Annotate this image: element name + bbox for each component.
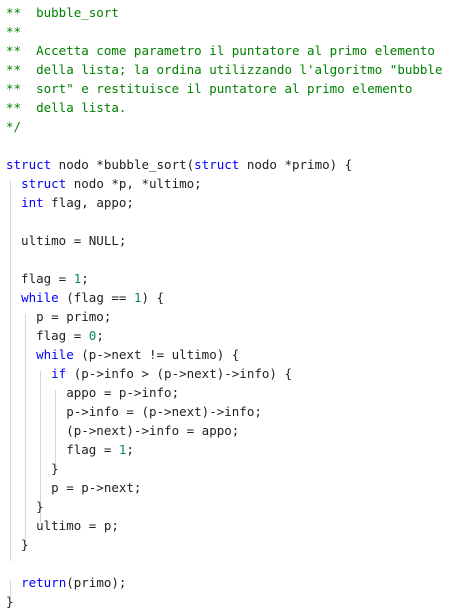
code-line: ** sort" e restituisce il puntatore al p… (6, 79, 412, 98)
code-token-comment: ** della lista; la ordina utilizzando l'… (6, 62, 443, 77)
code-token-plain: ) { (141, 290, 165, 305)
code-token-keyword: while (36, 347, 74, 362)
code-token-plain: ; (81, 271, 89, 286)
code-token-plain: ; (96, 328, 104, 343)
code-token-comment: ** (6, 24, 22, 39)
code-token-plain: } (6, 537, 29, 552)
code-token-number: 1 (133, 290, 142, 305)
code-line: ** (6, 22, 21, 41)
code-token-comment: ** Accetta come parametro il puntatore a… (6, 43, 435, 58)
code-token-keyword: while (21, 290, 59, 305)
code-line: } (6, 497, 44, 516)
code-line: flag = 1; (6, 440, 134, 459)
code-token-plain: p = p->next; (6, 480, 142, 495)
code-token-keyword: struct (194, 157, 240, 172)
code-token-plain: nodo *p, *ultimo; (66, 176, 202, 191)
code-token-plain: p->info = (p->next)->info; (6, 404, 262, 419)
code-line: } (6, 459, 59, 478)
code-token-keyword: struct (6, 157, 52, 172)
code-token-keyword: if (51, 366, 67, 381)
code-line: struct nodo *bubble_sort(struct nodo *pr… (6, 155, 352, 174)
code-token-plain: (primo); (66, 575, 127, 590)
code-token-plain: (p->info > (p->next)->info) { (66, 366, 292, 381)
code-token-keyword: int (21, 195, 44, 210)
code-line: while (p->next != ultimo) { (6, 345, 239, 364)
code-line: flag = 0; (6, 326, 104, 345)
code-line: } (6, 535, 29, 554)
code-line: ** della lista; la ordina utilizzando l'… (6, 60, 443, 79)
code-token-plain: nodo *bubble_sort( (51, 157, 195, 172)
code-line: while (flag == 1) { (6, 288, 164, 307)
code-editor[interactable]: ** bubble_sort ** ** Accetta come parametr… (0, 0, 462, 614)
code-line: p->info = (p->next)->info; (6, 402, 262, 421)
code-token-plain: ; (126, 442, 134, 457)
code-line: appo = p->info; (6, 383, 179, 402)
code-line: return(primo); (6, 573, 126, 592)
code-token-plain: (flag == (58, 290, 134, 305)
code-line: ** bubble_sort (6, 3, 119, 22)
code-token-keyword: return (21, 575, 67, 590)
code-line: ** Accetta come parametro il puntatore a… (6, 41, 435, 60)
code-token-plain: } (6, 594, 14, 609)
code-token-plain: } (6, 461, 59, 476)
code-token-comment: ** della lista. (6, 100, 127, 115)
code-token-comment: */ (6, 119, 22, 134)
code-line: ** della lista. (6, 98, 126, 117)
code-token-plain: nodo *primo) { (239, 157, 353, 172)
code-token-comment: ** bubble_sort (6, 5, 119, 20)
code-token-plain: ultimo = NULL; (6, 233, 127, 248)
code-token-keyword: struct (21, 176, 67, 191)
code-token-plain: ultimo = p; (6, 518, 119, 533)
code-token-plain: flag = (6, 442, 119, 457)
code-token-plain: flag = (6, 271, 74, 286)
code-line: ultimo = p; (6, 516, 119, 535)
code-line: } (6, 592, 14, 611)
code-line: */ (6, 117, 21, 136)
code-line: p = p->next; (6, 478, 141, 497)
code-line: int flag, appo; (6, 193, 134, 212)
code-token-plain: (p->next != ultimo) { (73, 347, 240, 362)
code-token-plain: flag, appo; (43, 195, 134, 210)
code-token-plain: appo = p->info; (6, 385, 180, 400)
code-line: ultimo = NULL; (6, 231, 126, 250)
code-line: (p->next)->info = appo; (6, 421, 239, 440)
code-line: struct nodo *p, *ultimo; (6, 174, 202, 193)
code-token-plain: p = primo; (6, 309, 112, 324)
code-line: p = primo; (6, 307, 111, 326)
code-token-plain: flag = (6, 328, 89, 343)
code-token-plain: } (6, 499, 44, 514)
code-line: if (p->info > (p->next)->info) { (6, 364, 292, 383)
code-line: flag = 1; (6, 269, 89, 288)
code-token-plain: (p->next)->info = appo; (6, 423, 240, 438)
code-token-comment: ** sort" e restituisce il puntatore al p… (6, 81, 413, 96)
